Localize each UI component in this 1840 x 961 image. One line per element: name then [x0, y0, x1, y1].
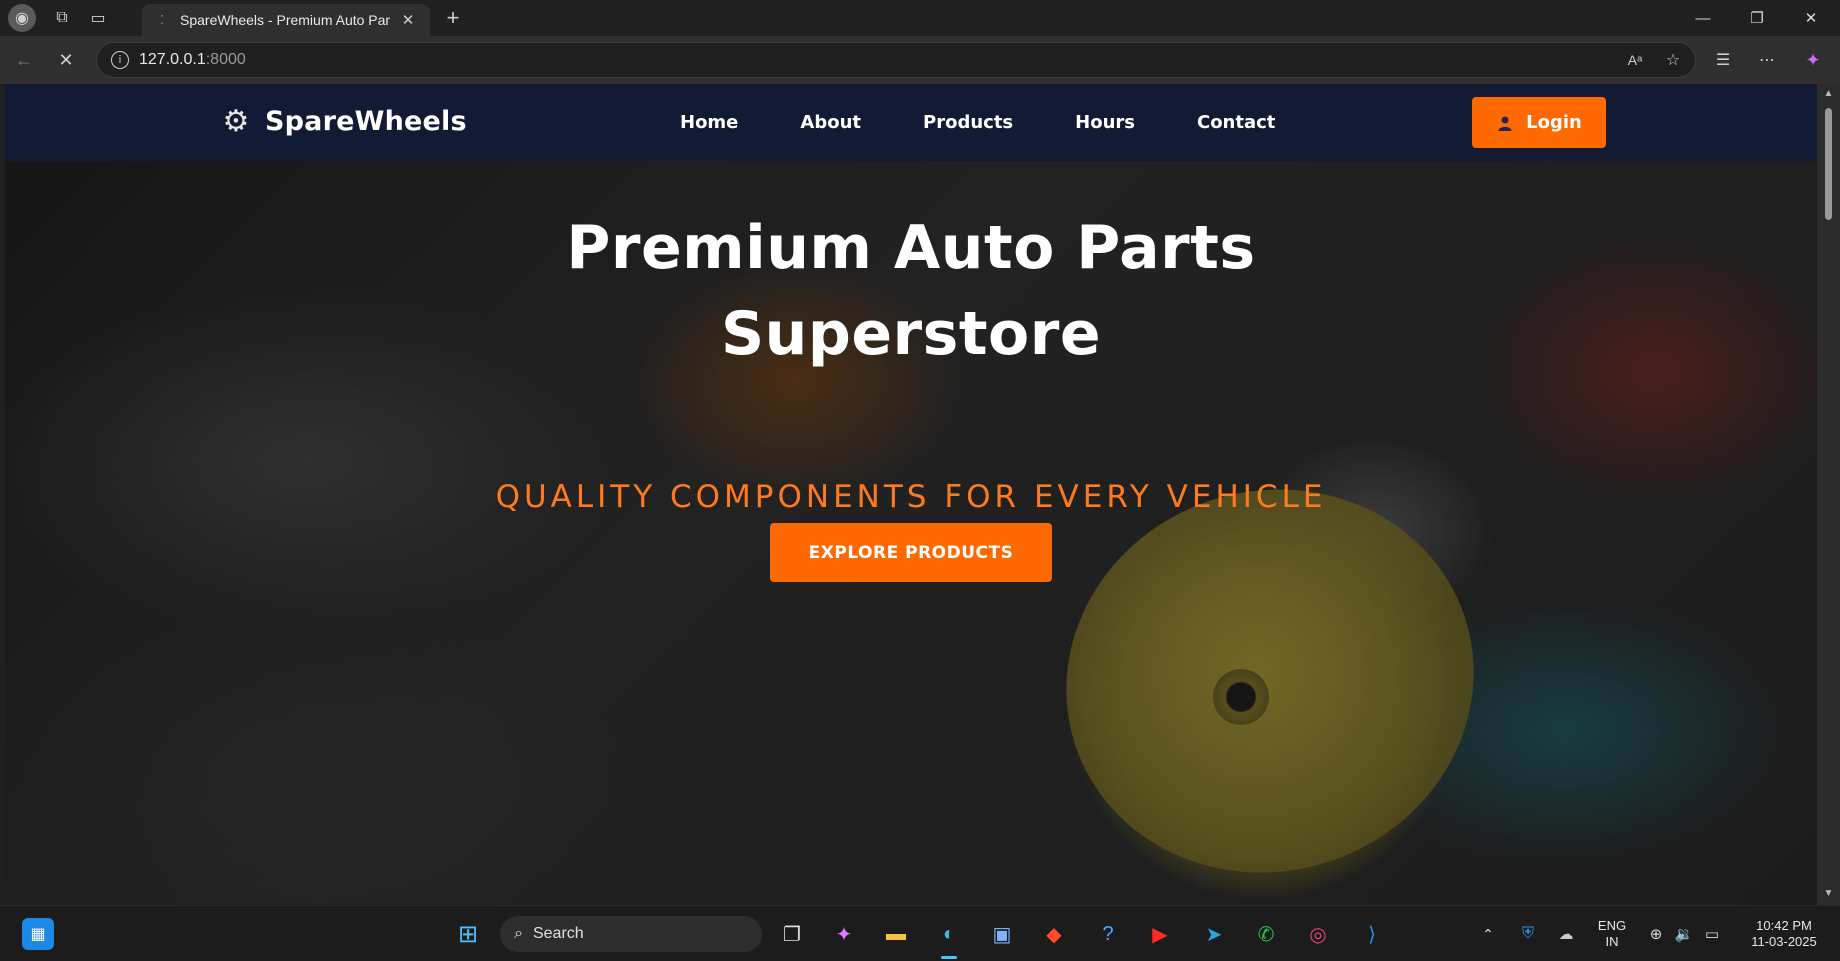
windows-taskbar: ▦ ⊞ ⌕ Search ❐ ✦ ▬ ◐ ▣ ◆ ? ▶ ➤ ✆ ◎ ⟩ ⌃ ⛨…: [0, 905, 1840, 961]
tab-title: SpareWheels - Premium Auto Par: [180, 12, 391, 28]
url-host: 127.0.0.1: [139, 51, 206, 68]
favorites-list-icon[interactable]: ☰: [1708, 45, 1738, 75]
page-viewport: ⚙ SpareWheels Home About Products Hours …: [5, 84, 1817, 905]
hero-subtitle: QUALITY COMPONENTS FOR EVERY VEHICLE: [495, 479, 1327, 515]
scrollbar-thumb[interactable]: [1825, 108, 1832, 220]
edge-browser-icon[interactable]: ◐: [933, 918, 965, 950]
site-menu: Home About Products Hours Contact: [665, 112, 1275, 133]
page-scrollbar[interactable]: ▲ ▼: [1817, 84, 1840, 905]
taskbar-search[interactable]: ⌕ Search: [500, 916, 762, 952]
hero-title-line1: Premium Auto Parts: [566, 213, 1256, 283]
site-info-icon[interactable]: i: [111, 51, 129, 69]
restore-icon[interactable]: ❐: [1730, 0, 1784, 36]
language-indicator[interactable]: ENG IN: [1592, 918, 1632, 950]
browser-toolbar: ← ✕ i 127.0.0.1:8000 Aᵃ ☆ ☰ ⋯ ✦: [0, 36, 1840, 84]
clock-date: 11-03-2025: [1751, 934, 1817, 949]
new-tab-icon[interactable]: +: [440, 5, 466, 31]
brand-name: SpareWheels: [265, 106, 467, 137]
browser-titlebar: ◉ ⧉ ▭ ⁚ SpareWheels - Premium Auto Par ✕…: [0, 0, 1840, 36]
task-view-icon[interactable]: ❐: [776, 918, 808, 950]
scroll-up-icon[interactable]: ▲: [1822, 88, 1835, 99]
login-label: Login: [1526, 112, 1582, 133]
search-icon: ⌕: [514, 925, 523, 942]
language-code: ENG: [1597, 918, 1627, 933]
more-menu-icon[interactable]: ⋯: [1752, 45, 1782, 75]
site-navbar: ⚙ SpareWheels Home About Products Hours …: [5, 84, 1817, 161]
window-close-icon[interactable]: ✕: [1784, 0, 1838, 36]
scroll-down-icon[interactable]: ▼: [1822, 888, 1835, 899]
user-icon: [1496, 114, 1514, 132]
telegram-icon[interactable]: ➤: [1198, 918, 1230, 950]
defender-icon[interactable]: ⛨: [1512, 918, 1544, 950]
read-aloud-icon[interactable]: Aᵃ: [1620, 45, 1650, 75]
widgets-icon[interactable]: ▦: [22, 918, 54, 950]
nav-link-home[interactable]: Home: [680, 112, 738, 133]
stop-loading-icon[interactable]: ✕: [50, 44, 82, 76]
start-windows-icon[interactable]: ⊞: [452, 918, 484, 950]
get-help-icon[interactable]: ?: [1092, 918, 1124, 950]
explore-products-button[interactable]: EXPLORE PRODUCTS: [770, 523, 1052, 582]
instagram-icon[interactable]: ◎: [1302, 918, 1334, 950]
whatsapp-icon[interactable]: ✆: [1250, 918, 1282, 950]
hero-section: Premium Auto Parts Superstore QUALITY CO…: [5, 161, 1817, 905]
battery-icon[interactable]: ▭: [1696, 918, 1728, 950]
site-brand[interactable]: ⚙ SpareWheels: [221, 106, 467, 137]
loading-favicon-icon: ⁚: [160, 13, 164, 27]
clock-time: 10:42 PM: [1756, 918, 1812, 933]
nav-link-hours[interactable]: Hours: [1075, 112, 1135, 133]
gear-icon: ⚙: [222, 103, 250, 139]
clock[interactable]: 10:42 PM 11-03-2025: [1736, 918, 1832, 950]
git-app-icon[interactable]: ◆: [1038, 918, 1070, 950]
copilot-icon[interactable]: ✦: [1798, 45, 1828, 75]
language-region: IN: [1605, 934, 1619, 949]
url-port: :8000: [205, 51, 246, 68]
workspaces-icon[interactable]: ⧉: [48, 4, 76, 32]
file-explorer-icon[interactable]: ▬: [880, 918, 912, 950]
hero-title-line2: Superstore: [720, 299, 1102, 369]
microsoft-store-icon[interactable]: ▣: [986, 918, 1018, 950]
nav-link-contact[interactable]: Contact: [1197, 112, 1275, 133]
nav-link-products[interactable]: Products: [923, 112, 1013, 133]
copilot-app-icon[interactable]: ✦: [828, 918, 860, 950]
profile-avatar-icon[interactable]: ◉: [8, 4, 36, 32]
nav-link-about[interactable]: About: [800, 112, 861, 133]
vscode-icon[interactable]: ⟩: [1356, 918, 1388, 950]
minimize-icon[interactable]: —: [1676, 0, 1730, 36]
back-icon[interactable]: ←: [8, 44, 40, 76]
browser-tab-active[interactable]: ⁚ SpareWheels - Premium Auto Par ✕: [142, 4, 430, 36]
show-hidden-icons-icon[interactable]: ⌃: [1472, 918, 1504, 950]
onedrive-icon[interactable]: ☁: [1550, 918, 1582, 950]
tab-close-icon[interactable]: ✕: [398, 11, 418, 29]
tab-actions-icon[interactable]: ▭: [84, 4, 112, 32]
address-bar[interactable]: i 127.0.0.1:8000: [96, 42, 1696, 78]
favorite-star-icon[interactable]: ☆: [1658, 45, 1688, 75]
login-button[interactable]: Login: [1472, 97, 1606, 148]
youtube-icon[interactable]: ▶: [1144, 918, 1176, 950]
taskbar-search-label: Search: [532, 925, 584, 942]
active-app-indicator: [941, 956, 957, 959]
